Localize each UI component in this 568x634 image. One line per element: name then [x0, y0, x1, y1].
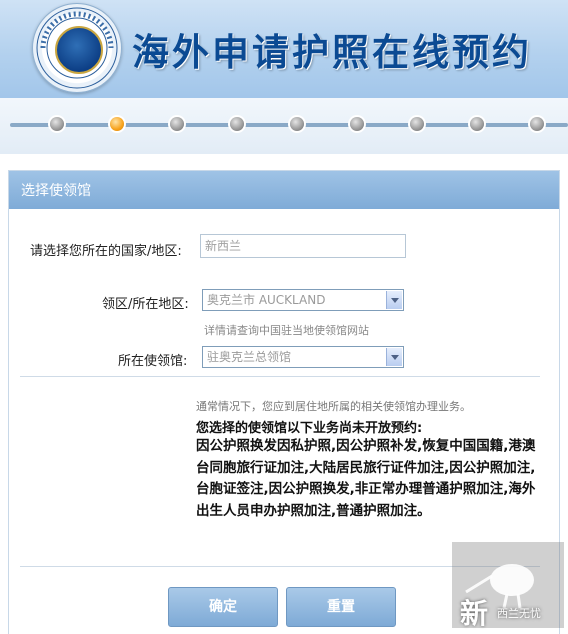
step-1-dot [50, 117, 64, 131]
page-header: 海外申请护照在线预约 [0, 0, 568, 98]
country-label: 请选择您所在的国家/地区: [30, 244, 182, 259]
progress-steps [0, 98, 568, 154]
step-6-dot [350, 117, 364, 131]
consulate-label: 所在使领馆: [118, 354, 188, 369]
reset-button[interactable]: 重置 [286, 587, 396, 627]
region-select-value: 奥克兰市 AUCKLAND [207, 293, 326, 307]
emblem-center-icon [55, 26, 103, 74]
page-title: 海外申请护照在线预约 [132, 31, 532, 74]
confirm-button[interactable]: 确定 [168, 587, 278, 627]
step-8-dot [470, 117, 484, 131]
step-7-dot [410, 117, 424, 131]
step-4-dot [230, 117, 244, 131]
region-hint: 详情请查询中国驻当地使领馆网站 [204, 324, 369, 337]
consular-emblem-logo [32, 3, 122, 93]
consulate-select[interactable]: 驻奥克兰总领馆 [202, 346, 404, 368]
chevron-down-icon[interactable] [386, 291, 402, 309]
watermark-text: 西兰无忧 [497, 607, 541, 620]
step-2-dot-active [110, 117, 124, 131]
chevron-down-icon[interactable] [386, 348, 402, 366]
panel-title: 选择使领馆 [21, 183, 91, 199]
notice-title: 您选择的使领馆以下业务尚未开放预约: [196, 421, 423, 436]
section-divider [20, 376, 540, 377]
progress-track [10, 123, 568, 127]
consulate-select-value: 驻奥克兰总领馆 [207, 350, 292, 364]
panel-header: 选择使领馆 [9, 171, 559, 209]
step-3-dot [170, 117, 184, 131]
region-select[interactable]: 奥克兰市 AUCKLAND [202, 289, 404, 311]
step-5-dot [290, 117, 304, 131]
region-label: 领区/所在地区: [102, 297, 189, 312]
watermark-char: 新 [460, 597, 489, 630]
info-note: 通常情况下，您应到居住地所属的相关使领馆办理业务。 [196, 400, 471, 413]
country-field[interactable]: 新西兰 [200, 234, 406, 258]
notice-body: 因公护照换发因私护照,因公护照补发,恢复中国国籍,港澳台同胞旅行证加注,大陆居民… [196, 438, 536, 519]
step-9-dot [530, 117, 544, 131]
